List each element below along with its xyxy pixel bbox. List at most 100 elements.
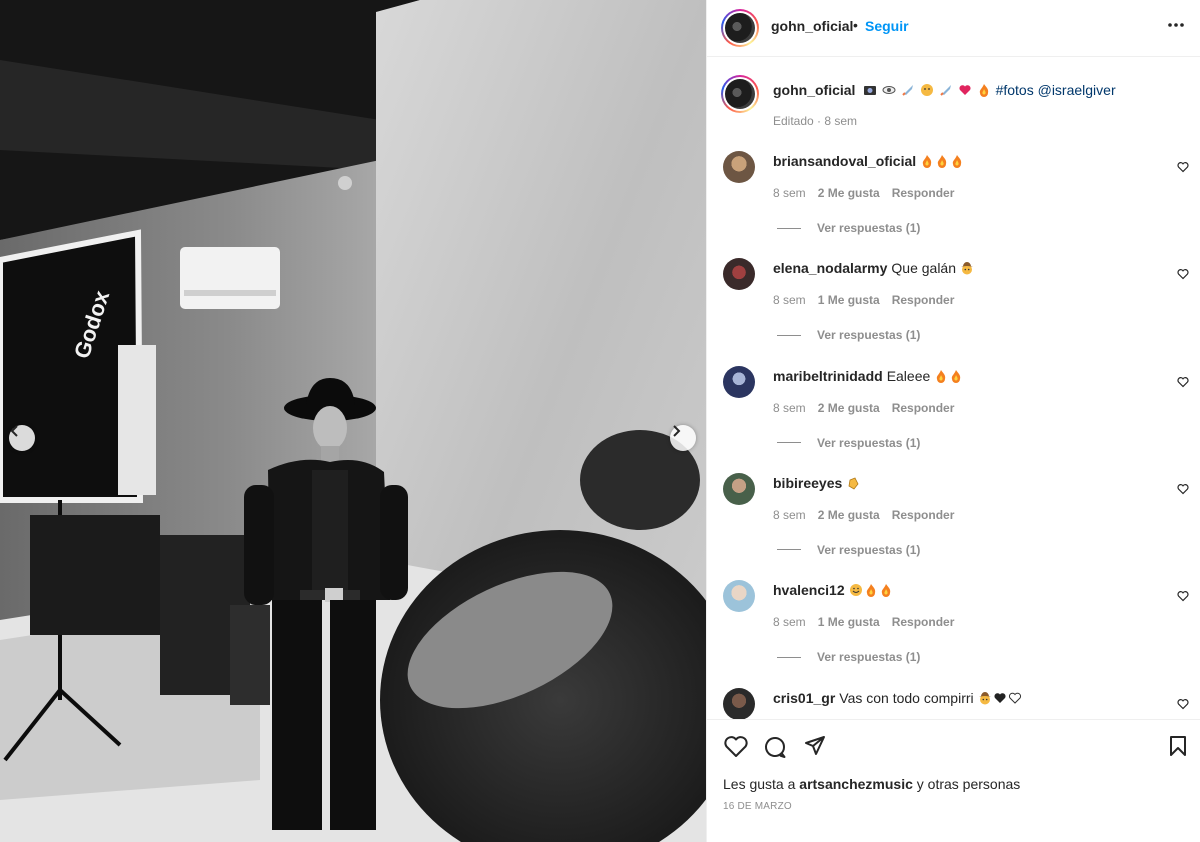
view-replies-button[interactable]: Ver respuestas (1) [777, 436, 920, 450]
comment-item: maribeltrinidadd Ealeee 8 sem 2 Me gusta Res… [707, 365, 1200, 466]
white-heart-icon [1008, 692, 1021, 704]
view-replies-label: Ver respuestas (1) [817, 435, 921, 450]
cowboy-icon [961, 262, 973, 275]
comment-like-heart-icon[interactable] [1177, 268, 1189, 280]
caption-username[interactable]: gohn_oficial [773, 82, 855, 98]
fire-icon [922, 155, 932, 168]
comment-likes-count[interactable]: 2 Me gusta [818, 401, 880, 415]
likes-summary: Les gusta a artsanchezmusic y otras pers… [723, 776, 1020, 792]
reply-button[interactable]: Responder [892, 508, 955, 522]
comment-text-line: briansandoval_oficial [773, 153, 1153, 169]
caption-text[interactable]: #fotos @israelgiver [996, 82, 1116, 98]
follow-button[interactable]: Seguir [865, 18, 909, 34]
likes-user[interactable]: artsanchezmusic [799, 776, 913, 792]
bookmark-icon[interactable] [1169, 735, 1187, 757]
caption-avatar[interactable] [721, 75, 759, 113]
commenter-username[interactable]: elena_nodalarmy [773, 260, 887, 276]
comment-time[interactable]: 8 sem [773, 615, 806, 629]
fire-icon [881, 584, 890, 598]
reply-button[interactable]: Responder [892, 615, 955, 629]
commenter-username[interactable]: bibireeyes [773, 475, 842, 491]
commenter-avatar[interactable] [723, 580, 755, 613]
fire-icon [952, 369, 961, 383]
like-heart-icon[interactable] [723, 735, 749, 759]
comment-likes-count[interactable]: 2 Me gusta [818, 186, 880, 200]
reply-button[interactable]: Responder [892, 186, 955, 200]
comment-like-heart-icon[interactable] [1177, 376, 1189, 388]
view-replies-button[interactable]: Ver respuestas (1) [777, 543, 920, 557]
fire-icon [937, 155, 947, 168]
red-heart-icon [959, 85, 971, 95]
next-photo-button[interactable] [670, 425, 696, 451]
comment-like-heart-icon[interactable] [1177, 698, 1189, 710]
comment-item: cris01_gr Vas con todo compirri [707, 687, 1200, 719]
camera-icon [864, 86, 877, 95]
comment-text-line: elena_nodalarmy Que galán [773, 260, 1153, 276]
comment-emojis [920, 153, 965, 169]
replies-divider [777, 227, 801, 229]
commenter-avatar[interactable] [723, 151, 755, 183]
reply-button[interactable]: Responder [892, 401, 955, 415]
author-avatar[interactable] [721, 9, 759, 47]
comment-like-heart-icon[interactable] [1177, 590, 1189, 602]
comment-likes-count[interactable]: 1 Me gusta [818, 615, 880, 629]
post-date[interactable]: 16 DE MARZO [723, 801, 792, 812]
share-send-icon[interactable] [804, 735, 826, 757]
fire-icon [952, 155, 962, 168]
commenter-avatar[interactable] [723, 472, 755, 505]
commenter-avatar[interactable] [723, 365, 755, 398]
commenter-avatar[interactable] [723, 258, 755, 291]
comment-item: elena_nodalarmy Que galán 8 sem 1 Me gusta R… [707, 258, 1200, 358]
post-photo[interactable]: Godox [0, 0, 706, 842]
eye-icon [882, 86, 896, 94]
more-horizontal-icon[interactable] [1167, 22, 1185, 28]
comment-item: bibireeyes 8 sem 2 Me gusta Responder Ver re… [707, 472, 1200, 573]
view-replies-button[interactable]: Ver respuestas (1) [777, 328, 920, 342]
comment-time[interactable]: 8 sem [773, 508, 806, 522]
comment-meta: 8 sem 1 Me gusta Responder [773, 615, 954, 629]
comment-time[interactable]: 8 sem [773, 401, 806, 415]
comment-emojis [849, 582, 894, 598]
caption: gohn_oficial #fotos @israelgiver [773, 82, 1183, 98]
instagram-post: Godox gohn_oficial • Seguir gohn_oficial… [0, 0, 1200, 842]
view-replies-button[interactable]: Ver respuestas (1) [777, 221, 920, 235]
black-heart-icon [994, 692, 1006, 703]
comment-likes-count[interactable]: 2 Me gusta [818, 508, 880, 522]
comment-like-heart-icon[interactable] [1177, 483, 1189, 495]
comment-bubble-icon[interactable] [763, 735, 787, 759]
comment-emojis [934, 368, 964, 384]
view-replies-label: Ver respuestas (1) [817, 221, 921, 235]
view-replies-label: Ver respuestas (1) [817, 328, 921, 343]
comment-meta: 8 sem 2 Me gusta Responder [773, 401, 954, 415]
comment-time[interactable]: 8 sem [773, 186, 806, 200]
comment-item: briansandoval_oficial 8 sem 2 Me gusta Resp… [707, 151, 1200, 251]
reply-button[interactable]: Responder [892, 293, 955, 307]
likes-suffix: y otras personas [916, 776, 1021, 792]
previous-photo-button[interactable] [9, 425, 35, 451]
comment-emojis [960, 260, 975, 276]
comment-like-heart-icon[interactable] [1177, 161, 1189, 173]
commenter-username[interactable]: briansandoval_oficial [773, 153, 916, 169]
comment-text-line: bibireeyes [773, 475, 1153, 491]
post-actions: Les gusta a artsanchezmusic y otras pers… [707, 719, 1200, 842]
comment-text-line: maribeltrinidadd Ealeee [773, 368, 1153, 384]
comment-text: Vas con todo compirri [839, 689, 974, 706]
smile-icon [849, 584, 862, 597]
comment-text: Ealeee [886, 367, 931, 384]
comment-text-line: hvalenci12 [773, 582, 1153, 598]
commenter-username[interactable]: maribeltrinidadd [773, 368, 883, 384]
commenter-username[interactable]: cris01_gr [773, 690, 835, 706]
comment-likes-count[interactable]: 1 Me gusta [818, 293, 880, 307]
comment-time[interactable]: 8 sem [773, 293, 806, 307]
author-username[interactable]: gohn_oficial [771, 18, 853, 34]
rocket-icon [902, 85, 914, 96]
replies-divider [777, 334, 801, 336]
view-replies-button[interactable]: Ver respuestas (1) [777, 650, 920, 664]
commenter-username[interactable]: hvalenci12 [773, 582, 845, 598]
replies-divider [777, 549, 801, 551]
likes-prefix: Les gusta a [723, 776, 796, 792]
commenter-avatar[interactable] [723, 687, 755, 719]
comment-text: Que galán [891, 260, 956, 277]
comments-section[interactable]: gohn_oficial #fotos @israelgiver Editado… [707, 57, 1200, 719]
chevron-left-icon [10, 425, 18, 437]
